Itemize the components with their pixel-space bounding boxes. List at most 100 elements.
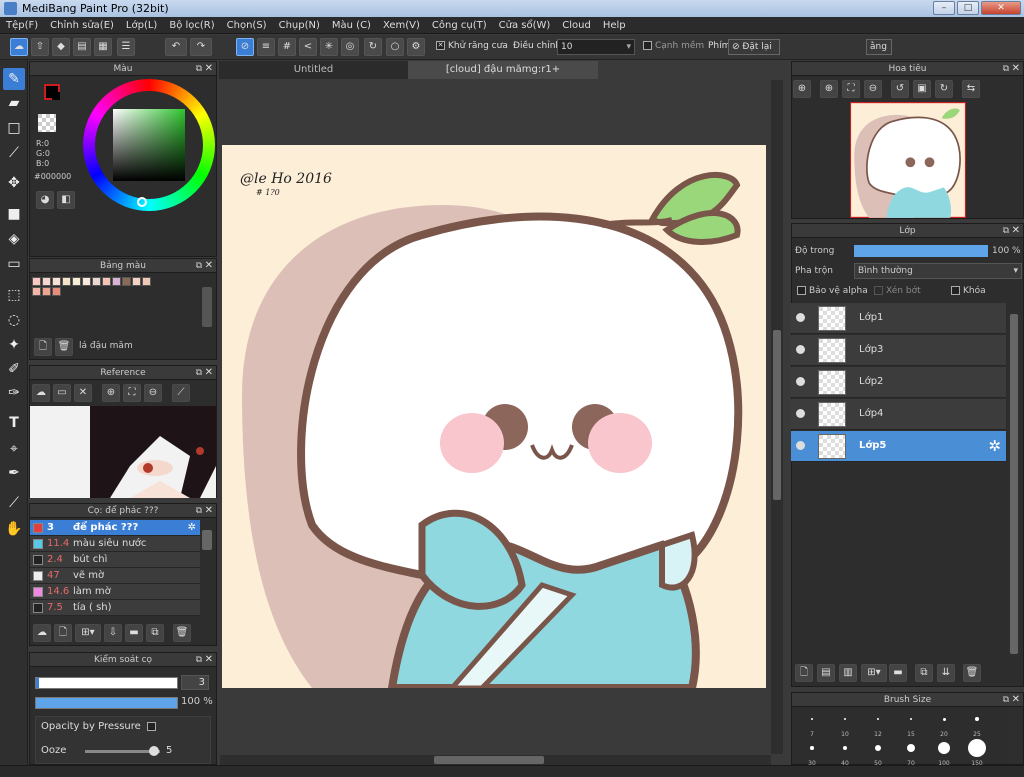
reset-button[interactable]: ⊘ Đặt lại: [728, 39, 780, 55]
brush-item[interactable]: 3 để phác ??? ✲: [30, 520, 200, 536]
eyedropper-tool-icon[interactable]: ⟋: [3, 492, 25, 514]
brush-size-slider[interactable]: [35, 677, 178, 689]
close-icon[interactable]: ✕: [205, 62, 213, 76]
horizontal-scrollbar[interactable]: [220, 755, 771, 765]
background-color-swatch[interactable]: [52, 92, 60, 100]
hand-tool-icon[interactable]: ✋: [3, 518, 25, 540]
menu-cloud[interactable]: Cloud: [556, 17, 597, 34]
adjust-select[interactable]: 10 ▾: [557, 39, 635, 55]
palette-swatch[interactable]: [112, 277, 121, 286]
menu-window[interactable]: Cửa sổ(W): [493, 17, 557, 34]
layer-row-selected[interactable]: Lớp5 ✲: [791, 431, 1006, 462]
duplicate-layer-icon[interactable]: ⧉: [915, 664, 933, 682]
palette-swatch[interactable]: [122, 277, 131, 286]
brush-size-option[interactable]: 20: [929, 707, 959, 738]
popout-icon[interactable]: ⧉: [196, 62, 202, 76]
hue-handle[interactable]: [137, 197, 147, 207]
lasso-tool-icon[interactable]: ◌: [3, 309, 25, 331]
list-icon[interactable]: ☰: [117, 38, 135, 56]
popout-icon[interactable]: ⧉: [1003, 62, 1009, 76]
artwork-canvas[interactable]: @le Ho 2016 # 1?0: [222, 145, 766, 688]
share-icon[interactable]: ⇧: [31, 38, 49, 56]
menu-filter[interactable]: Bộ lọc(R): [163, 17, 220, 34]
grid-snap-icon[interactable]: #: [278, 38, 296, 56]
close-icon[interactable]: ✕: [1012, 693, 1020, 707]
fit-screen-icon[interactable]: ⛶: [842, 80, 860, 98]
cloud-icon[interactable]: ☁: [32, 384, 50, 402]
brush-size-option[interactable]: 50: [863, 736, 893, 767]
layer-row[interactable]: Lớp2: [791, 367, 1006, 398]
opacity-pressure-option[interactable]: Opacity by Pressure: [41, 721, 159, 732]
new-8bit-layer-icon[interactable]: ▥: [839, 664, 857, 682]
operation-tool-icon[interactable]: ⌖: [3, 438, 25, 460]
antialias-checkbox[interactable]: ✕: [436, 41, 445, 50]
layer-row[interactable]: Lớp4: [791, 399, 1006, 430]
tab-untitled[interactable]: Untitled: [219, 61, 408, 79]
zoom-in-icon[interactable]: ⊕: [820, 80, 838, 98]
snap-settings-icon[interactable]: ⚙: [407, 38, 425, 56]
palette-scrollbar[interactable]: [202, 287, 212, 327]
layer-folder-icon[interactable]: ▬: [889, 664, 907, 682]
select-eraser-tool-icon[interactable]: ✑: [3, 382, 25, 404]
popout-icon[interactable]: ⧉: [196, 366, 202, 380]
palette-swatch[interactable]: [32, 287, 41, 296]
text-tool-icon[interactable]: T: [3, 412, 25, 434]
maximize-button[interactable]: □: [957, 1, 979, 15]
radial-snap-icon[interactable]: ✳: [320, 38, 338, 56]
zoom-out-icon[interactable]: ⊖: [144, 384, 162, 402]
circle-snap-icon[interactable]: ◎: [341, 38, 359, 56]
add-layer-menu-icon[interactable]: ⊞▾: [861, 664, 887, 682]
antialias-option[interactable]: ✕ Khử răng cưa: [436, 41, 508, 51]
brush-size-option[interactable]: 70: [896, 736, 926, 767]
layers-scrollbar[interactable]: [1008, 312, 1020, 657]
menu-view[interactable]: Xem(V): [377, 17, 426, 34]
lock-checkbox[interactable]: [951, 286, 960, 295]
palette-swatch[interactable]: [82, 277, 91, 286]
eyedropper-icon[interactable]: ⟋: [172, 384, 190, 402]
close-icon[interactable]: ✕: [1012, 62, 1020, 76]
menu-layer[interactable]: Lớp(L): [120, 17, 163, 34]
palette-icon[interactable]: ◕: [36, 191, 54, 209]
gear-icon[interactable]: ✲: [188, 520, 196, 536]
close-icon[interactable]: ✕: [205, 504, 213, 518]
popout-icon[interactable]: ⧉: [196, 653, 202, 667]
opacity-slider[interactable]: [35, 697, 178, 709]
rotate-left-icon[interactable]: ↺: [891, 80, 909, 98]
zoom-in-icon[interactable]: ⊕: [102, 384, 120, 402]
popout-icon[interactable]: ⧉: [196, 504, 202, 518]
trash-icon[interactable]: 🗑: [963, 664, 981, 682]
no-snap-icon[interactable]: ⊘: [236, 38, 254, 56]
brush-scrollbar[interactable]: [202, 530, 212, 550]
perspective-snap-icon[interactable]: <: [299, 38, 317, 56]
zoom-in-icon[interactable]: ⊕: [793, 80, 811, 98]
menu-tools[interactable]: Công cụ(T): [426, 17, 493, 34]
palette-swatch[interactable]: [52, 277, 61, 286]
clipping-option[interactable]: Xén bớt: [874, 286, 921, 296]
palette-swatch[interactable]: [92, 277, 101, 286]
palette-swatch[interactable]: [42, 277, 51, 286]
new-layer-icon[interactable]: 🗋: [795, 664, 813, 682]
palette-swatch[interactable]: [142, 277, 151, 286]
zoom-out-icon[interactable]: ⊖: [864, 80, 882, 98]
ellipse-snap-icon[interactable]: ○: [386, 38, 404, 56]
brush-item[interactable]: 11.4 màu siêu nước: [30, 536, 200, 552]
panel-icon[interactable]: ▦: [94, 38, 112, 56]
vector-tool-icon[interactable]: ⟋: [3, 142, 25, 164]
gradient-tool-icon[interactable]: ▭: [3, 253, 25, 275]
magic-wand-tool-icon[interactable]: ✦: [3, 334, 25, 356]
close-icon[interactable]: ✕: [1012, 224, 1020, 238]
vertical-scrollbar[interactable]: [771, 80, 783, 754]
brush-item[interactable]: 47 vẽ mờ: [30, 568, 200, 584]
soft-edge-option[interactable]: Cạnh mềm: [643, 41, 704, 51]
menu-color[interactable]: Màu (C): [326, 17, 377, 34]
brush-item[interactable]: 7.5 tía ( sh): [30, 600, 200, 616]
comic-icon[interactable]: ▤: [73, 38, 91, 56]
rotate-right-icon[interactable]: ↻: [935, 80, 953, 98]
close-icon[interactable]: ✕: [205, 259, 213, 273]
close-icon[interactable]: ✕: [205, 653, 213, 667]
open-folder-icon[interactable]: ▭: [53, 384, 71, 402]
brush-size-option[interactable]: 7: [797, 707, 827, 738]
trash-icon[interactable]: 🗑: [55, 338, 73, 356]
brush-size-option[interactable]: 100: [929, 736, 959, 767]
flip-icon[interactable]: ⇆: [962, 80, 980, 98]
